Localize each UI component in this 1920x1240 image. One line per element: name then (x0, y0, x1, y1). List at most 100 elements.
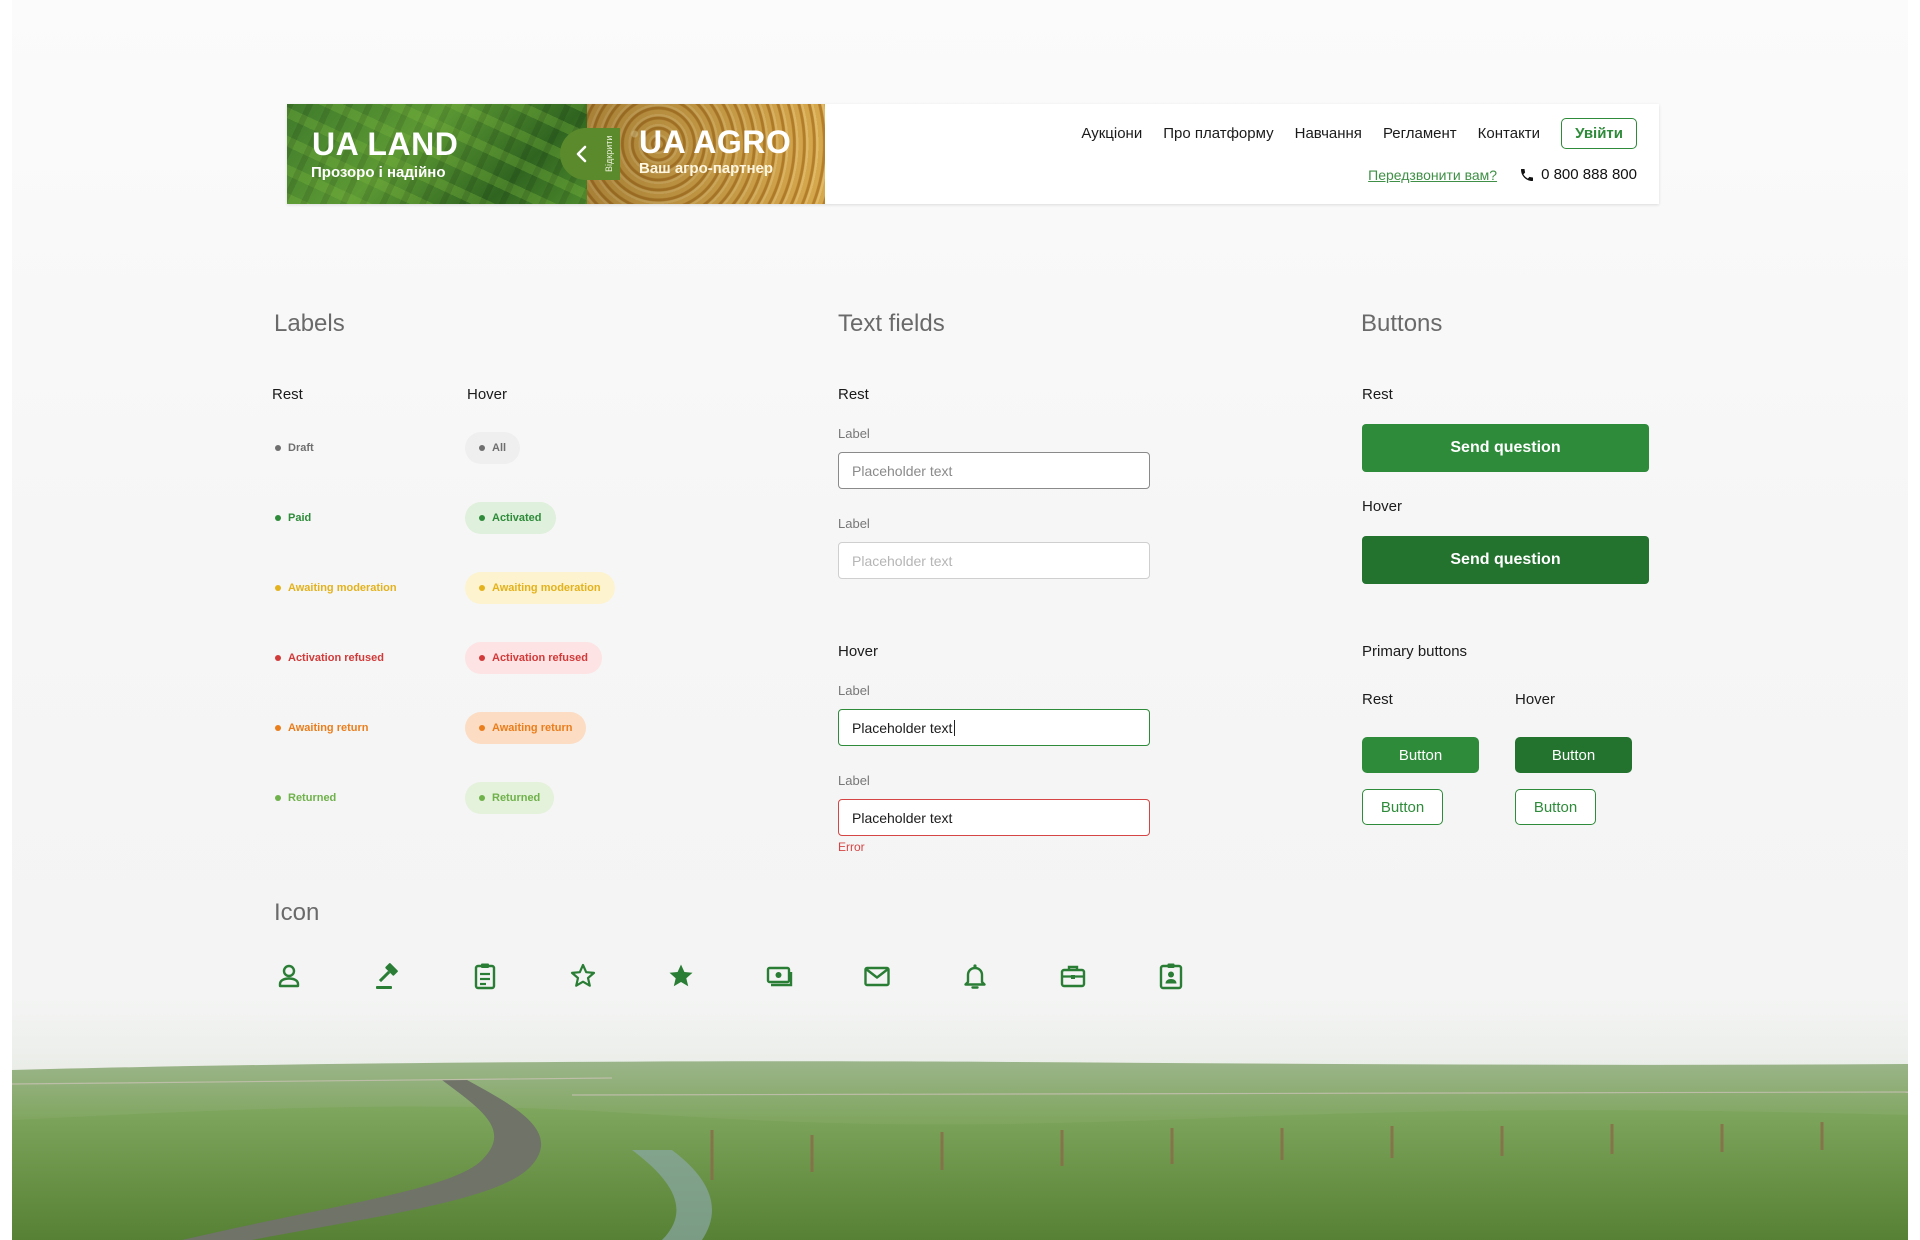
field-value: Placeholder text (852, 809, 953, 826)
page-canvas: UA LAND Прозоро і надійно Відкрити UA AG… (12, 0, 1908, 1240)
field-label: Label (838, 773, 870, 788)
nav-item-contacts[interactable]: Контакти (1478, 125, 1540, 142)
nav-item-about[interactable]: Про платформу (1163, 125, 1273, 142)
nav-item-auctions[interactable]: Аукціони (1081, 125, 1142, 142)
status-dot (275, 795, 281, 801)
secondary-button[interactable]: Button (1362, 789, 1443, 825)
label-text: Awaiting return (288, 722, 369, 734)
label-draft: Draft (275, 432, 328, 464)
banner-toggle-button[interactable]: Відкрити (560, 128, 620, 180)
briefcase-icon (1058, 961, 1088, 991)
label-returned: Returned (275, 782, 350, 814)
header-contacts: Передзвонити вам? 0 800 888 800 (1368, 166, 1637, 183)
buttons-section-title: Buttons (1361, 310, 1443, 337)
text-fields-section-title: Text fields (838, 310, 945, 337)
status-dot (275, 445, 281, 451)
text-field-focused[interactable]: Placeholder text (838, 709, 1150, 746)
primary-rest-title: Rest (1362, 691, 1393, 708)
status-dot (275, 725, 281, 731)
clipboard-icon (470, 961, 500, 991)
buttons-hover-title: Hover (1362, 498, 1403, 515)
primary-hover-title: Hover (1515, 691, 1556, 708)
land-brand-title: UA LAND (312, 126, 459, 162)
login-button[interactable]: Увійти (1561, 118, 1637, 149)
label-text: Returned (288, 792, 337, 804)
land-brand-subtitle: Прозоро і надійно (311, 164, 446, 181)
primary-button[interactable]: Button (1362, 737, 1479, 773)
label-text: Activation refused (492, 652, 588, 664)
star-filled-icon (666, 961, 696, 991)
status-dot (479, 795, 485, 801)
bell-icon (960, 961, 990, 991)
label-text: Paid (288, 512, 312, 524)
nav-item-regulations[interactable]: Регламент (1383, 125, 1457, 142)
field-error-message: Error (838, 840, 865, 854)
field-value: Placeholder text (852, 719, 953, 736)
primary-buttons-title: Primary buttons (1362, 643, 1468, 660)
labels-hover-title: Hover (467, 386, 508, 403)
text-field-disabled[interactable]: Placeholder text (838, 542, 1150, 579)
label-awaiting-moderation: Awaiting moderation (275, 572, 411, 604)
text-caret (954, 719, 956, 736)
agro-brand-title: UA AGRO (639, 124, 792, 160)
status-dot (479, 725, 485, 731)
send-question-button[interactable]: Send question (1362, 424, 1649, 472)
label-text: Activation refused (288, 652, 384, 664)
label-text: Activated (492, 512, 542, 524)
star-outline-icon (568, 961, 598, 991)
phone-text: 0 800 888 800 (1541, 166, 1637, 183)
status-dot (479, 445, 485, 451)
site-header: UA LAND Прозоро і надійно Відкрити UA AG… (287, 104, 1659, 204)
field-label: Label (838, 516, 870, 531)
label-text: Draft (288, 442, 314, 454)
status-dot (479, 655, 485, 661)
label-text: Awaiting moderation (492, 582, 601, 594)
buttons-rest-title: Rest (1362, 386, 1393, 403)
phone-icon (1521, 168, 1534, 181)
text-field-error[interactable]: Placeholder text (838, 799, 1150, 836)
labels-section-title: Labels (274, 310, 345, 337)
icon-section-title: Icon (274, 899, 320, 926)
nav-item-training[interactable]: Навчання (1295, 125, 1362, 142)
banner-toggle-label: Відкрити (604, 135, 614, 173)
brand-banner[interactable]: UA LAND Прозоро і надійно Відкрити UA AG… (287, 104, 825, 204)
label-paid: Paid (275, 502, 325, 534)
field-label: Label (838, 426, 870, 441)
text-fields-hover-title: Hover (838, 643, 879, 660)
label-returned-hover[interactable]: Returned (465, 782, 555, 814)
text-fields-rest-title: Rest (838, 386, 869, 403)
field-label: Label (838, 683, 870, 698)
status-dot (275, 655, 281, 661)
status-dot (479, 515, 485, 521)
send-question-button-hover[interactable]: Send question (1362, 536, 1649, 584)
label-activation-refused-hover[interactable]: Activation refused (465, 642, 602, 674)
phone-number[interactable]: 0 800 888 800 (1519, 166, 1637, 183)
label-awaiting-return: Awaiting return (275, 712, 382, 744)
money-icon (764, 961, 794, 991)
label-text: Awaiting return (492, 722, 573, 734)
landscape-background-image (12, 1000, 1908, 1240)
text-field-rest[interactable]: Placeholder text (838, 452, 1150, 489)
mail-icon (862, 961, 892, 991)
label-text: All (492, 442, 507, 454)
label-all-hover[interactable]: All (465, 432, 521, 464)
primary-button-hover[interactable]: Button (1515, 737, 1632, 773)
status-dot (275, 515, 281, 521)
field-placeholder: Placeholder text (852, 462, 953, 479)
user-icon (274, 961, 304, 991)
status-dot (275, 585, 281, 591)
label-text: Returned (492, 792, 541, 804)
label-activation-refused: Activation refused (275, 642, 398, 674)
status-dot (479, 585, 485, 591)
field-placeholder: Placeholder text (852, 552, 953, 569)
chevron-left-icon (576, 145, 587, 163)
label-activated-hover[interactable]: Activated (465, 502, 556, 534)
main-nav: Аукціони Про платформу Навчання Регламен… (1081, 118, 1637, 149)
label-awaiting-moderation-hover[interactable]: Awaiting moderation (465, 572, 615, 604)
label-text: Awaiting moderation (288, 582, 397, 594)
label-awaiting-return-hover[interactable]: Awaiting return (465, 712, 587, 744)
callback-link[interactable]: Передзвонити вам? (1368, 167, 1497, 183)
secondary-button-hover[interactable]: Button (1515, 789, 1596, 825)
labels-rest-title: Rest (272, 386, 303, 403)
gavel-icon (372, 961, 402, 991)
